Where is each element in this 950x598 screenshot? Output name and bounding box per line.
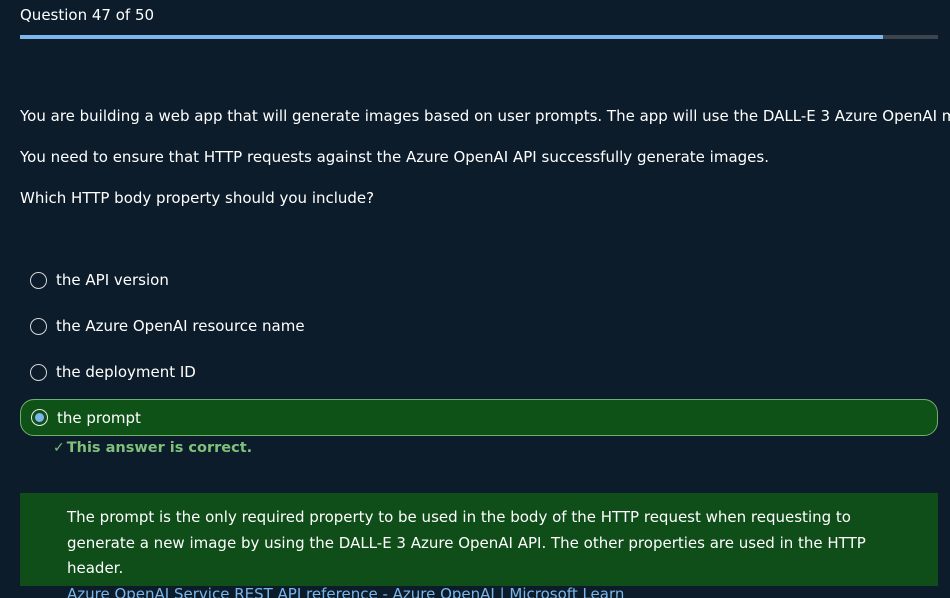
option-label: the Azure OpenAI resource name [56,317,305,335]
option-label: the API version [56,271,169,289]
question-text: You are building a web app that will gen… [20,106,950,229]
explanation-text: The prompt is the only required property… [67,508,866,577]
radio-button[interactable] [30,317,47,335]
progress-bar-fill [20,35,883,39]
answer-feedback: ✓ This answer is correct. [53,440,252,456]
answer-option-deployment-id[interactable]: the deployment ID [20,354,936,390]
question-prompt: Which HTTP body property should you incl… [20,189,375,207]
radio-button[interactable] [30,271,47,289]
question-paragraph: You need to ensure that HTTP requests ag… [20,148,769,166]
answer-option-prompt[interactable]: the prompt [20,399,938,436]
reference-link[interactable]: Azure OpenAI Service REST API reference … [67,582,898,598]
answer-option-api-version[interactable]: the API version [20,262,936,298]
answer-option-resource-name[interactable]: the Azure OpenAI resource name [20,308,936,344]
check-icon: ✓ [53,440,65,456]
progress-bar [20,35,938,39]
radio-button[interactable] [30,363,47,381]
radio-button-selected[interactable] [31,409,48,426]
feedback-text: This answer is correct. [66,440,253,456]
question-counter: Question 47 of 50 [20,6,155,24]
question-paragraph: You are building a web app that will gen… [20,107,950,125]
radio-dot [35,413,44,422]
explanation-panel: The prompt is the only required property… [20,493,938,598]
option-label: the deployment ID [56,363,196,381]
option-label: the prompt [57,408,141,427]
quiz-page: Question 47 of 50 You are building a web… [0,0,950,598]
